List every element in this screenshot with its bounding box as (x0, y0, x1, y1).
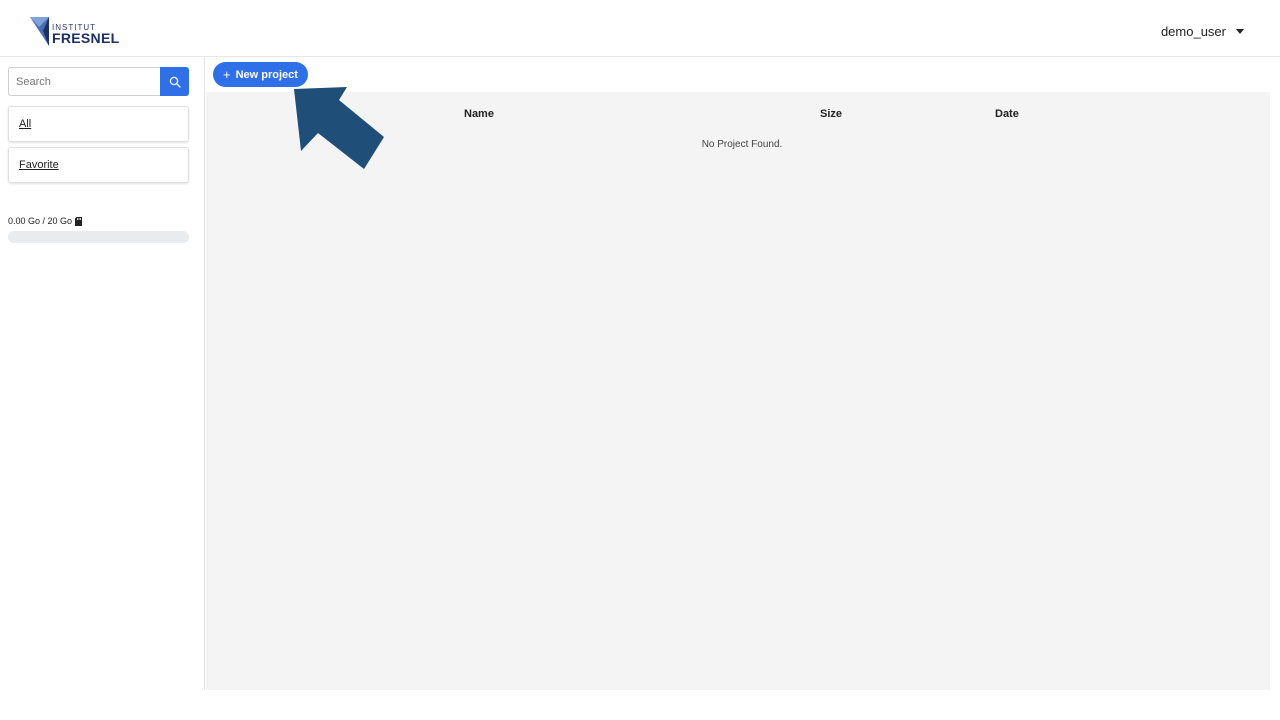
logo-main-text: FRESNEL (52, 30, 120, 46)
top-header: INSTITUT FRESNEL demo_user (0, 0, 1280, 57)
storage-progress-bar (8, 231, 189, 243)
filter-all-label: All (19, 118, 32, 130)
column-header-date[interactable]: Date (995, 108, 1019, 120)
sidebar: All Favorite 0.00 Go / 20 Go (0, 57, 205, 690)
user-name: demo_user (1160, 24, 1226, 39)
column-header-name[interactable]: Name (464, 108, 494, 120)
new-project-label: New project (235, 68, 298, 81)
institut-fresnel-logo[interactable]: INSTITUT FRESNEL (29, 15, 119, 49)
logo-triangle-icon (30, 17, 49, 46)
caret-down-icon (1236, 29, 1244, 34)
search-input[interactable] (8, 67, 160, 96)
filter-favorite-label: Favorite (19, 159, 59, 171)
filter-favorite[interactable]: Favorite (8, 147, 189, 183)
user-menu-dropdown[interactable]: demo_user (1161, 24, 1244, 39)
projects-table: Name Size Date No Project Found. (206, 92, 1270, 690)
sd-card-icon (75, 216, 83, 226)
storage-usage-text: 0.00 Go / 20 Go (8, 216, 73, 226)
pointer-arrow-icon (294, 87, 384, 169)
column-header-size[interactable]: Size (820, 108, 842, 120)
plus-icon: + (223, 67, 231, 82)
search-group (8, 67, 189, 96)
search-button[interactable] (160, 67, 189, 96)
storage-usage: 0.00 Go / 20 Go (8, 216, 83, 226)
filter-all[interactable]: All (8, 106, 189, 142)
search-icon (169, 76, 181, 88)
